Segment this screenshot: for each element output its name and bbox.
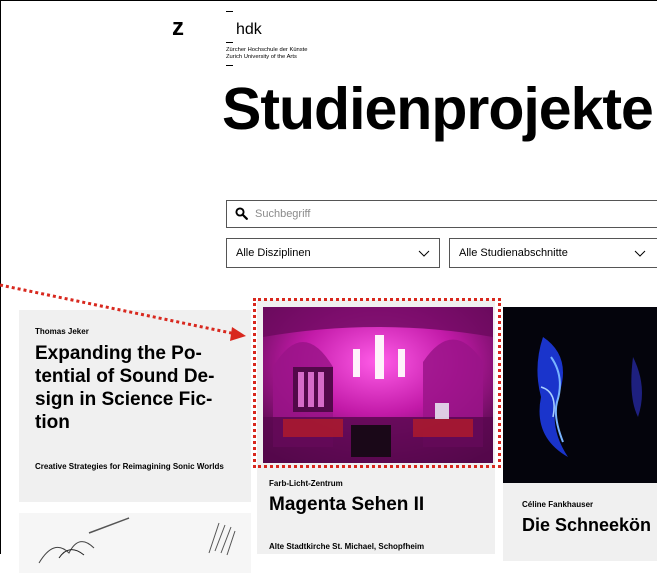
project-card[interactable] [19,513,251,573]
search-icon [235,207,248,220]
card-title[interactable]: Die Schneekön [522,515,651,536]
study-stage-select-value: Alle Studienabschnitte [459,247,568,259]
highlight-frame [253,298,501,468]
card-title[interactable]: Expanding the Po-tential of Sound De-sig… [35,342,245,434]
card-author: Farb-Licht-Zentrum [269,479,343,488]
project-card[interactable]: Thomas Jeker Expanding the Po-tential of… [19,310,251,502]
logo-dash [226,11,233,12]
card-subtitle: Creative Strategies for Reimagining Soni… [35,462,224,471]
hdk-logo[interactable]: hdk [236,21,262,39]
card-subtitle: Alte Stadtkirche St. Michael, Schopfheim [269,542,425,551]
ice-sculpture-image[interactable] [503,307,657,483]
chevron-down-icon [418,250,430,257]
university-name-en: Zurich University of the Arts [226,54,297,60]
card-author: Céline Fankhauser [522,500,594,509]
discipline-select-value: Alle Disziplinen [236,247,311,259]
discipline-select[interactable]: Alle Disziplinen [226,238,440,268]
study-stage-select[interactable]: Alle Studienabschnitte [449,238,657,268]
chevron-down-icon [634,250,646,257]
search-box[interactable] [226,200,657,228]
card-author: Thomas Jeker [35,327,89,336]
search-input[interactable] [255,205,635,223]
logo-dash [226,65,233,66]
sketch-image [38,517,236,564]
frame-top-border [0,0,657,1]
page-title: Studienprojekte [222,76,654,142]
card-title[interactable]: Magenta Sehen II [269,494,424,516]
frame-left-border [0,0,1,554]
z-logo[interactable]: z [172,14,184,42]
university-name-de: Zürcher Hochschule der Künste [226,47,308,53]
logo-dash [226,42,233,43]
